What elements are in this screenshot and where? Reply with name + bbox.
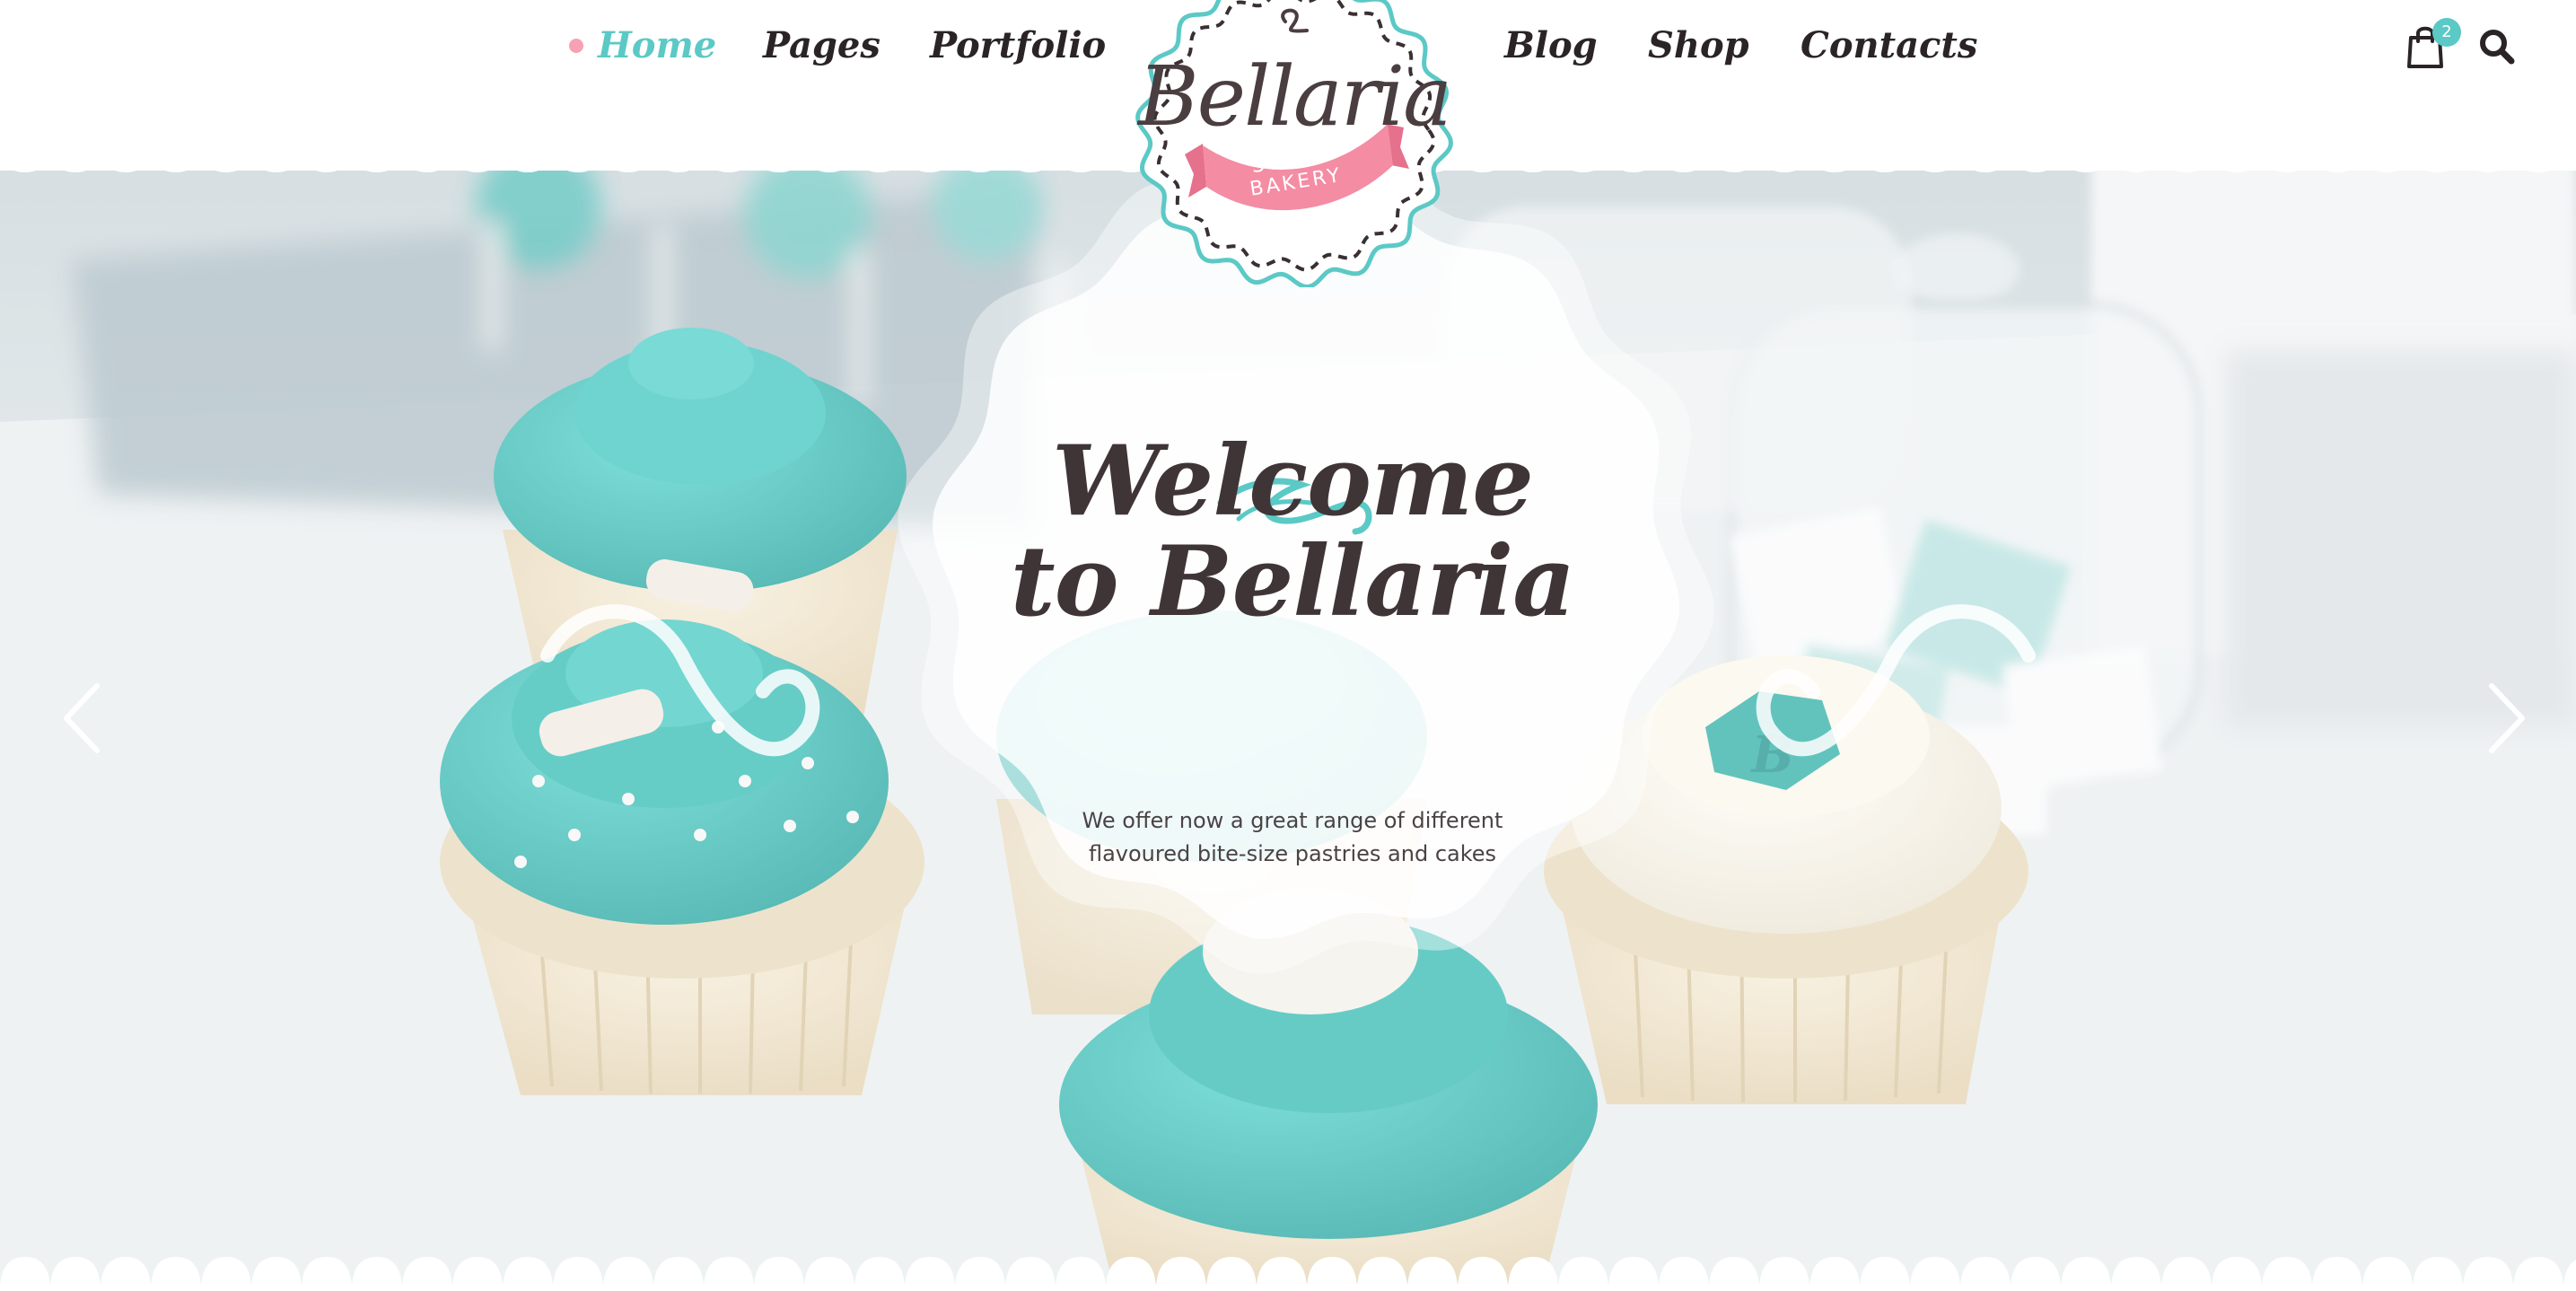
hero-title: Welcome to Bellaria: [951, 431, 1634, 632]
chevron-right-icon[interactable]: [2477, 673, 2531, 763]
nav-item-label: Pages: [763, 24, 881, 66]
nav-item-home[interactable]: Home: [569, 14, 717, 77]
hero-subtitle: We offer now a great range of different …: [996, 804, 1589, 871]
nav-item-label: Home: [598, 24, 717, 66]
chevron-left-icon[interactable]: [57, 673, 111, 763]
logo-wordmark: Bellaria: [1137, 48, 1452, 145]
search-icon[interactable]: [2477, 27, 2517, 66]
active-dot-icon: [569, 39, 583, 53]
cart-count-badge: 2: [2432, 18, 2461, 47]
nav-item-label: Shop: [1648, 24, 1749, 66]
nav-item-label: Contacts: [1801, 24, 1978, 66]
hero-title-line-2: to Bellaria: [1010, 525, 1575, 638]
hero-subtitle-line-2: flavoured bite-size pastries and cakes: [1088, 841, 1497, 866]
nav-item-shop[interactable]: Shop: [1648, 14, 1749, 77]
page: B Welcome to Bellaria We offer now a gre…: [0, 0, 2576, 1291]
scallop-bottom-divider: [0, 1257, 2576, 1291]
nav-item-label: Blog: [1504, 24, 1598, 66]
site-logo[interactable]: Bellaria SWEET BAKERY: [1131, 0, 1458, 287]
hero-subtitle-line-1: We offer now a great range of different: [1082, 808, 1503, 833]
nav-item-label: Portfolio: [930, 24, 1107, 66]
nav-item-blog[interactable]: Blog: [1504, 14, 1598, 77]
nav-item-pages[interactable]: Pages: [763, 14, 881, 77]
nav-item-portfolio[interactable]: Portfolio: [930, 14, 1106, 77]
hero-title-line-1: Welcome: [1051, 425, 1534, 538]
nav-item-contacts[interactable]: Contacts: [1801, 14, 1977, 77]
